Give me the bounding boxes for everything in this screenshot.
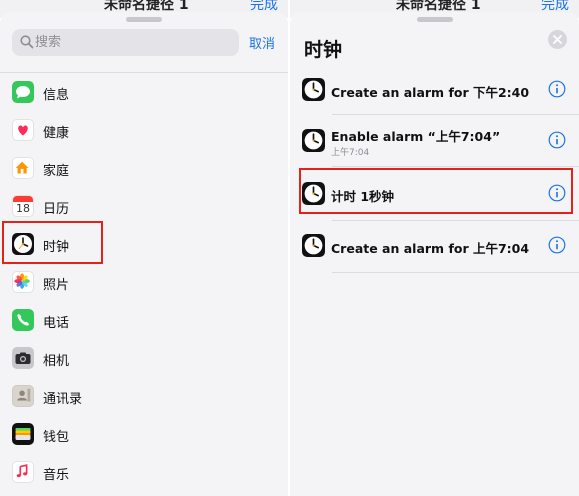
action-title: Create an alarm for 下午2:40	[331, 85, 530, 100]
app-label: 相机	[43, 354, 70, 369]
app-label: 信息	[43, 88, 70, 103]
action-title: Enable alarm “上午7:04”	[331, 129, 501, 144]
search-icon	[20, 35, 34, 49]
messages-icon	[12, 81, 34, 103]
phone-icon	[12, 309, 34, 331]
app-row-home[interactable]: 家庭	[0, 150, 288, 188]
clock-icon	[302, 78, 325, 101]
action-row-create-alarm[interactable]: Create an alarm for 下午2:40	[290, 64, 579, 114]
app-label: 钱包	[43, 430, 70, 445]
home-icon	[12, 157, 34, 179]
action-subtitle: 上午7:04	[331, 148, 370, 158]
music-icon	[12, 461, 34, 483]
info-icon[interactable]	[548, 80, 566, 98]
app-picker-panel: 未命名捷径 1 完成 取消 信息 健康	[0, 0, 288, 496]
app-row-wallet[interactable]: 钱包	[0, 416, 288, 454]
calendar-icon: 18	[12, 195, 34, 217]
wallet-icon	[12, 423, 34, 445]
app-row-camera[interactable]: 相机	[0, 340, 288, 378]
close-button[interactable]	[548, 30, 567, 49]
app-row-messages[interactable]: 信息	[0, 74, 288, 112]
app-row-photos[interactable]: 照片	[0, 264, 288, 302]
app-label: 日历	[43, 202, 70, 217]
sheet-grabber[interactable]	[126, 17, 162, 22]
app-label: 音乐	[43, 468, 70, 483]
app-label: 照片	[43, 278, 70, 293]
app-label: 健康	[43, 126, 70, 141]
action-row-enable-alarm[interactable]: Enable alarm “上午7:04” 上午7:04	[290, 115, 579, 165]
divider	[332, 272, 579, 273]
calendar-day: 18	[16, 202, 30, 215]
clock-icon	[302, 129, 325, 152]
info-icon[interactable]	[548, 236, 566, 254]
app-label: 电话	[43, 316, 70, 331]
search-input[interactable]	[35, 29, 235, 56]
app-row-contacts[interactable]: 通讯录	[0, 378, 288, 416]
divider	[0, 72, 288, 73]
app-row-health[interactable]: 健康	[0, 112, 288, 150]
clock-actions-sheet: 时钟 Create an alarm for 下午2:40 Enable ala…	[290, 12, 579, 496]
sheet-grabber[interactable]	[416, 17, 453, 22]
app-label: 通讯录	[43, 392, 83, 407]
search-bar[interactable]	[12, 29, 239, 56]
info-icon[interactable]	[548, 131, 566, 149]
divider	[332, 166, 579, 167]
page-title: 时钟	[304, 39, 343, 61]
clock-icon	[302, 234, 325, 257]
cancel-button[interactable]: 取消	[249, 33, 275, 52]
health-icon	[12, 119, 34, 141]
action-title: Create an alarm for 上午7:04	[331, 241, 530, 256]
camera-icon	[12, 347, 34, 369]
action-row-create-alarm-morning[interactable]: Create an alarm for 上午7:04	[290, 221, 579, 271]
photos-icon	[12, 271, 34, 293]
clock-actions-panel: 未命名捷径 1 完成 时钟 Create an alarm for 下午2:40…	[290, 0, 579, 496]
app-row-music[interactable]: 音乐	[0, 454, 288, 492]
close-icon	[553, 35, 562, 44]
clock-row-highlight	[2, 221, 103, 264]
timer-row-highlight	[299, 168, 573, 214]
contacts-icon	[12, 385, 34, 407]
app-label: 家庭	[43, 164, 70, 179]
app-row-phone[interactable]: 电话	[0, 302, 288, 340]
